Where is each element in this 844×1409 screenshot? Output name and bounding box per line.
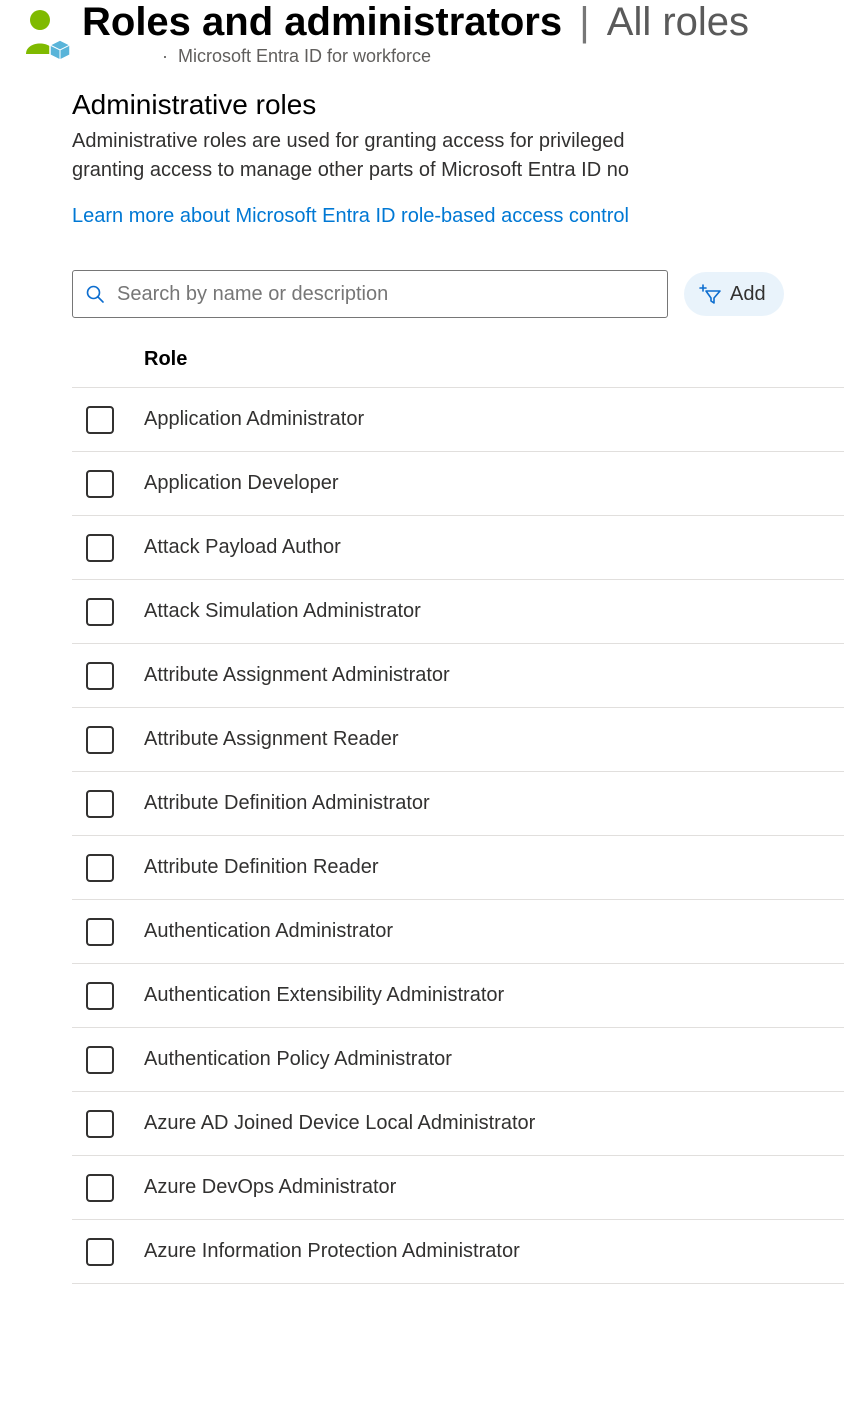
table-row[interactable]: Azure DevOps Administrator <box>72 1156 844 1220</box>
table-row[interactable]: Application Administrator <box>72 388 844 452</box>
role-name[interactable]: Attribute Definition Reader <box>144 856 844 879</box>
filter-label: Add <box>730 283 766 306</box>
section-heading: Administrative roles <box>72 89 844 121</box>
column-header-role: Role <box>72 342 844 388</box>
table-row[interactable]: Attribute Definition Administrator <box>72 772 844 836</box>
table-row[interactable]: Attack Simulation Administrator <box>72 580 844 644</box>
row-checkbox[interactable] <box>86 662 114 690</box>
title-main: Roles and administrators <box>82 0 562 44</box>
row-checkbox[interactable] <box>86 1174 114 1202</box>
page-title: Roles and administrators | All roles <box>82 0 844 44</box>
search-box[interactable] <box>72 270 668 318</box>
row-checkbox[interactable] <box>86 406 114 434</box>
checkbox-cell <box>72 918 144 946</box>
table-row[interactable]: Attribute Assignment Administrator <box>72 644 844 708</box>
row-checkbox[interactable] <box>86 470 114 498</box>
header-text: Roles and administrators | All roles · M… <box>70 0 844 67</box>
title-sub: All roles <box>607 0 749 44</box>
role-name[interactable]: Attribute Assignment Administrator <box>144 664 844 687</box>
row-checkbox[interactable] <box>86 534 114 562</box>
section-description: Administrative roles are used for granti… <box>72 127 832 185</box>
role-name[interactable]: Authentication Administrator <box>144 920 844 943</box>
subtitle-separator: · <box>162 46 170 67</box>
learn-more-link[interactable]: Learn more about Microsoft Entra ID role… <box>72 205 629 228</box>
role-name[interactable]: Azure AD Joined Device Local Administrat… <box>144 1112 844 1135</box>
rows-container: Application Administrator Application Dev… <box>72 388 844 1284</box>
checkbox-cell <box>72 534 144 562</box>
checkbox-cell <box>72 982 144 1010</box>
row-checkbox[interactable] <box>86 790 114 818</box>
row-checkbox[interactable] <box>86 726 114 754</box>
checkbox-cell <box>72 1046 144 1074</box>
subtitle-text: Microsoft Entra ID for workforce <box>178 46 431 67</box>
row-checkbox[interactable] <box>86 918 114 946</box>
description-line-2: granting access to manage other parts of… <box>72 159 629 181</box>
table-row[interactable]: Authentication Administrator <box>72 900 844 964</box>
table-row[interactable]: Attack Payload Author <box>72 516 844 580</box>
role-name[interactable]: Azure Information Protection Administrat… <box>144 1240 844 1263</box>
add-filter-button[interactable]: Add <box>684 272 784 316</box>
checkbox-cell <box>72 854 144 882</box>
search-input[interactable] <box>115 282 655 307</box>
table-row[interactable]: Attribute Definition Reader <box>72 836 844 900</box>
role-name[interactable]: Authentication Extensibility Administrat… <box>144 984 844 1007</box>
table-row[interactable]: Attribute Assignment Reader <box>72 708 844 772</box>
controls-bar: Add <box>72 270 844 318</box>
table-row[interactable]: Azure Information Protection Administrat… <box>72 1220 844 1284</box>
checkbox-cell <box>72 662 144 690</box>
checkbox-cell <box>72 1110 144 1138</box>
title-separator: | <box>573 0 595 44</box>
roles-icon <box>14 6 70 62</box>
role-name[interactable]: Application Administrator <box>144 408 844 431</box>
row-checkbox[interactable] <box>86 1238 114 1266</box>
checkbox-cell <box>72 726 144 754</box>
checkbox-cell <box>72 790 144 818</box>
table-row[interactable]: Azure AD Joined Device Local Administrat… <box>72 1092 844 1156</box>
row-checkbox[interactable] <box>86 1110 114 1138</box>
page-header: Roles and administrators | All roles · M… <box>0 0 844 67</box>
role-name[interactable]: Attribute Definition Administrator <box>144 792 844 815</box>
filter-icon <box>698 283 722 305</box>
search-icon <box>85 284 105 304</box>
table-row[interactable]: Authentication Extensibility Administrat… <box>72 964 844 1028</box>
checkbox-cell <box>72 406 144 434</box>
row-checkbox[interactable] <box>86 982 114 1010</box>
role-name[interactable]: Attack Simulation Administrator <box>144 600 844 623</box>
role-name[interactable]: Azure DevOps Administrator <box>144 1176 844 1199</box>
role-name[interactable]: Application Developer <box>144 472 844 495</box>
role-name[interactable]: Authentication Policy Administrator <box>144 1048 844 1071</box>
page: Roles and administrators | All roles · M… <box>0 0 844 1314</box>
roles-table: Role Application AdministratorApplicatio… <box>72 342 844 1284</box>
checkbox-cell <box>72 470 144 498</box>
row-checkbox[interactable] <box>86 1046 114 1074</box>
breadcrumb: · Microsoft Entra ID for workforce <box>82 46 844 67</box>
role-name[interactable]: Attack Payload Author <box>144 536 844 559</box>
description-line-1: Administrative roles are used for granti… <box>72 130 624 152</box>
checkbox-cell <box>72 1238 144 1266</box>
row-checkbox[interactable] <box>86 598 114 626</box>
main-content: Administrative roles Administrative role… <box>0 67 844 1284</box>
role-name[interactable]: Attribute Assignment Reader <box>144 728 844 751</box>
checkbox-cell <box>72 1174 144 1202</box>
checkbox-cell <box>72 598 144 626</box>
table-row[interactable]: Authentication Policy Administrator <box>72 1028 844 1092</box>
row-checkbox[interactable] <box>86 854 114 882</box>
table-row[interactable]: Application Developer <box>72 452 844 516</box>
